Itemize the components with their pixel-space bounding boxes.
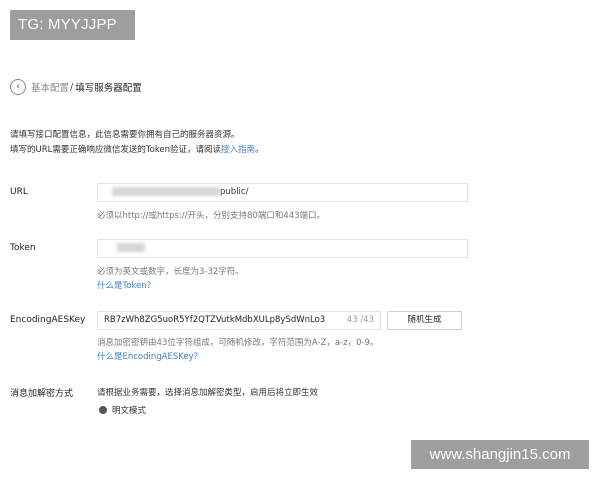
aes-key-value: RB7zWh8ZG5uoR5Yf2QTZVutkMdbXULp8ySdWnLo3 [104, 315, 326, 325]
back-icon[interactable]: ‹ [10, 79, 26, 95]
aes-key-char-count: 43 /43 [343, 312, 374, 329]
intro-line-2-suffix: 。 [255, 145, 264, 155]
token-label: Token [10, 243, 36, 253]
intro-line-2: 填写的URL需要正确响应微信发送的Token验证，请阅读接入指南。 [10, 143, 264, 158]
aes-key-label: EncodingAESKey [10, 315, 86, 325]
token-input[interactable] [97, 239, 468, 258]
breadcrumb-separator: / [70, 81, 74, 93]
intro-line-1: 请填写接口配置信息，此信息需要你拥有自己的服务器资源。 [10, 130, 240, 140]
intro-line-2-prefix: 填写的URL需要正确响应微信发送的Token验证，请阅读 [10, 145, 222, 155]
watermark-bottom: www.shangjin15.com [411, 440, 589, 469]
breadcrumb-current: 填写服务器配置 [75, 83, 142, 94]
encryption-mode-label: 消息加解密方式 [10, 389, 74, 399]
token-help-link[interactable]: 什么是Token？ [97, 279, 155, 291]
url-hint: 必须以http://或https://开头，分别支持80端口和443端口。 [97, 211, 326, 221]
plaintext-mode-label: 明文模式 [112, 406, 147, 416]
encryption-description: 请根据业务需要，选择消息加解密类型，启用后将立即生效 [97, 388, 319, 398]
plaintext-mode-option[interactable]: 明文模式 [97, 404, 146, 416]
aes-key-hint: 消息加密密钥由43位字符组成，可随机修改，字符范围为A-Z，a-z，0-9。 [97, 338, 379, 348]
intro-text: 请填写接口配置信息，此信息需要你拥有自己的服务器资源。 填写的URL需要正确响应… [10, 128, 264, 158]
url-input[interactable]: public/ [97, 183, 468, 202]
token-hint: 必须为英文或数字，长度为3-32字符。 [97, 267, 244, 277]
access-guide-link[interactable]: 接入指南 [221, 145, 255, 155]
watermark-top: TG: MYYJJPP [10, 10, 135, 40]
random-generate-button[interactable]: 随机生成 [387, 311, 462, 330]
breadcrumb: ‹ 基本配置 / 填写服务器配置 [10, 78, 142, 96]
aes-key-input[interactable]: RB7zWh8ZG5uoR5Yf2QTZVutkMdbXULp8ySdWnLo3… [97, 311, 381, 330]
radio-selected-icon[interactable] [99, 406, 107, 414]
aes-key-help-link[interactable]: 什么是EncodingAESKey？ [97, 350, 202, 362]
token-redacted [117, 243, 145, 252]
url-redacted [112, 187, 220, 196]
url-input-value: public/ [220, 187, 249, 197]
breadcrumb-parent-link[interactable]: 基本配置 [31, 80, 69, 94]
url-label: URL [10, 187, 28, 197]
